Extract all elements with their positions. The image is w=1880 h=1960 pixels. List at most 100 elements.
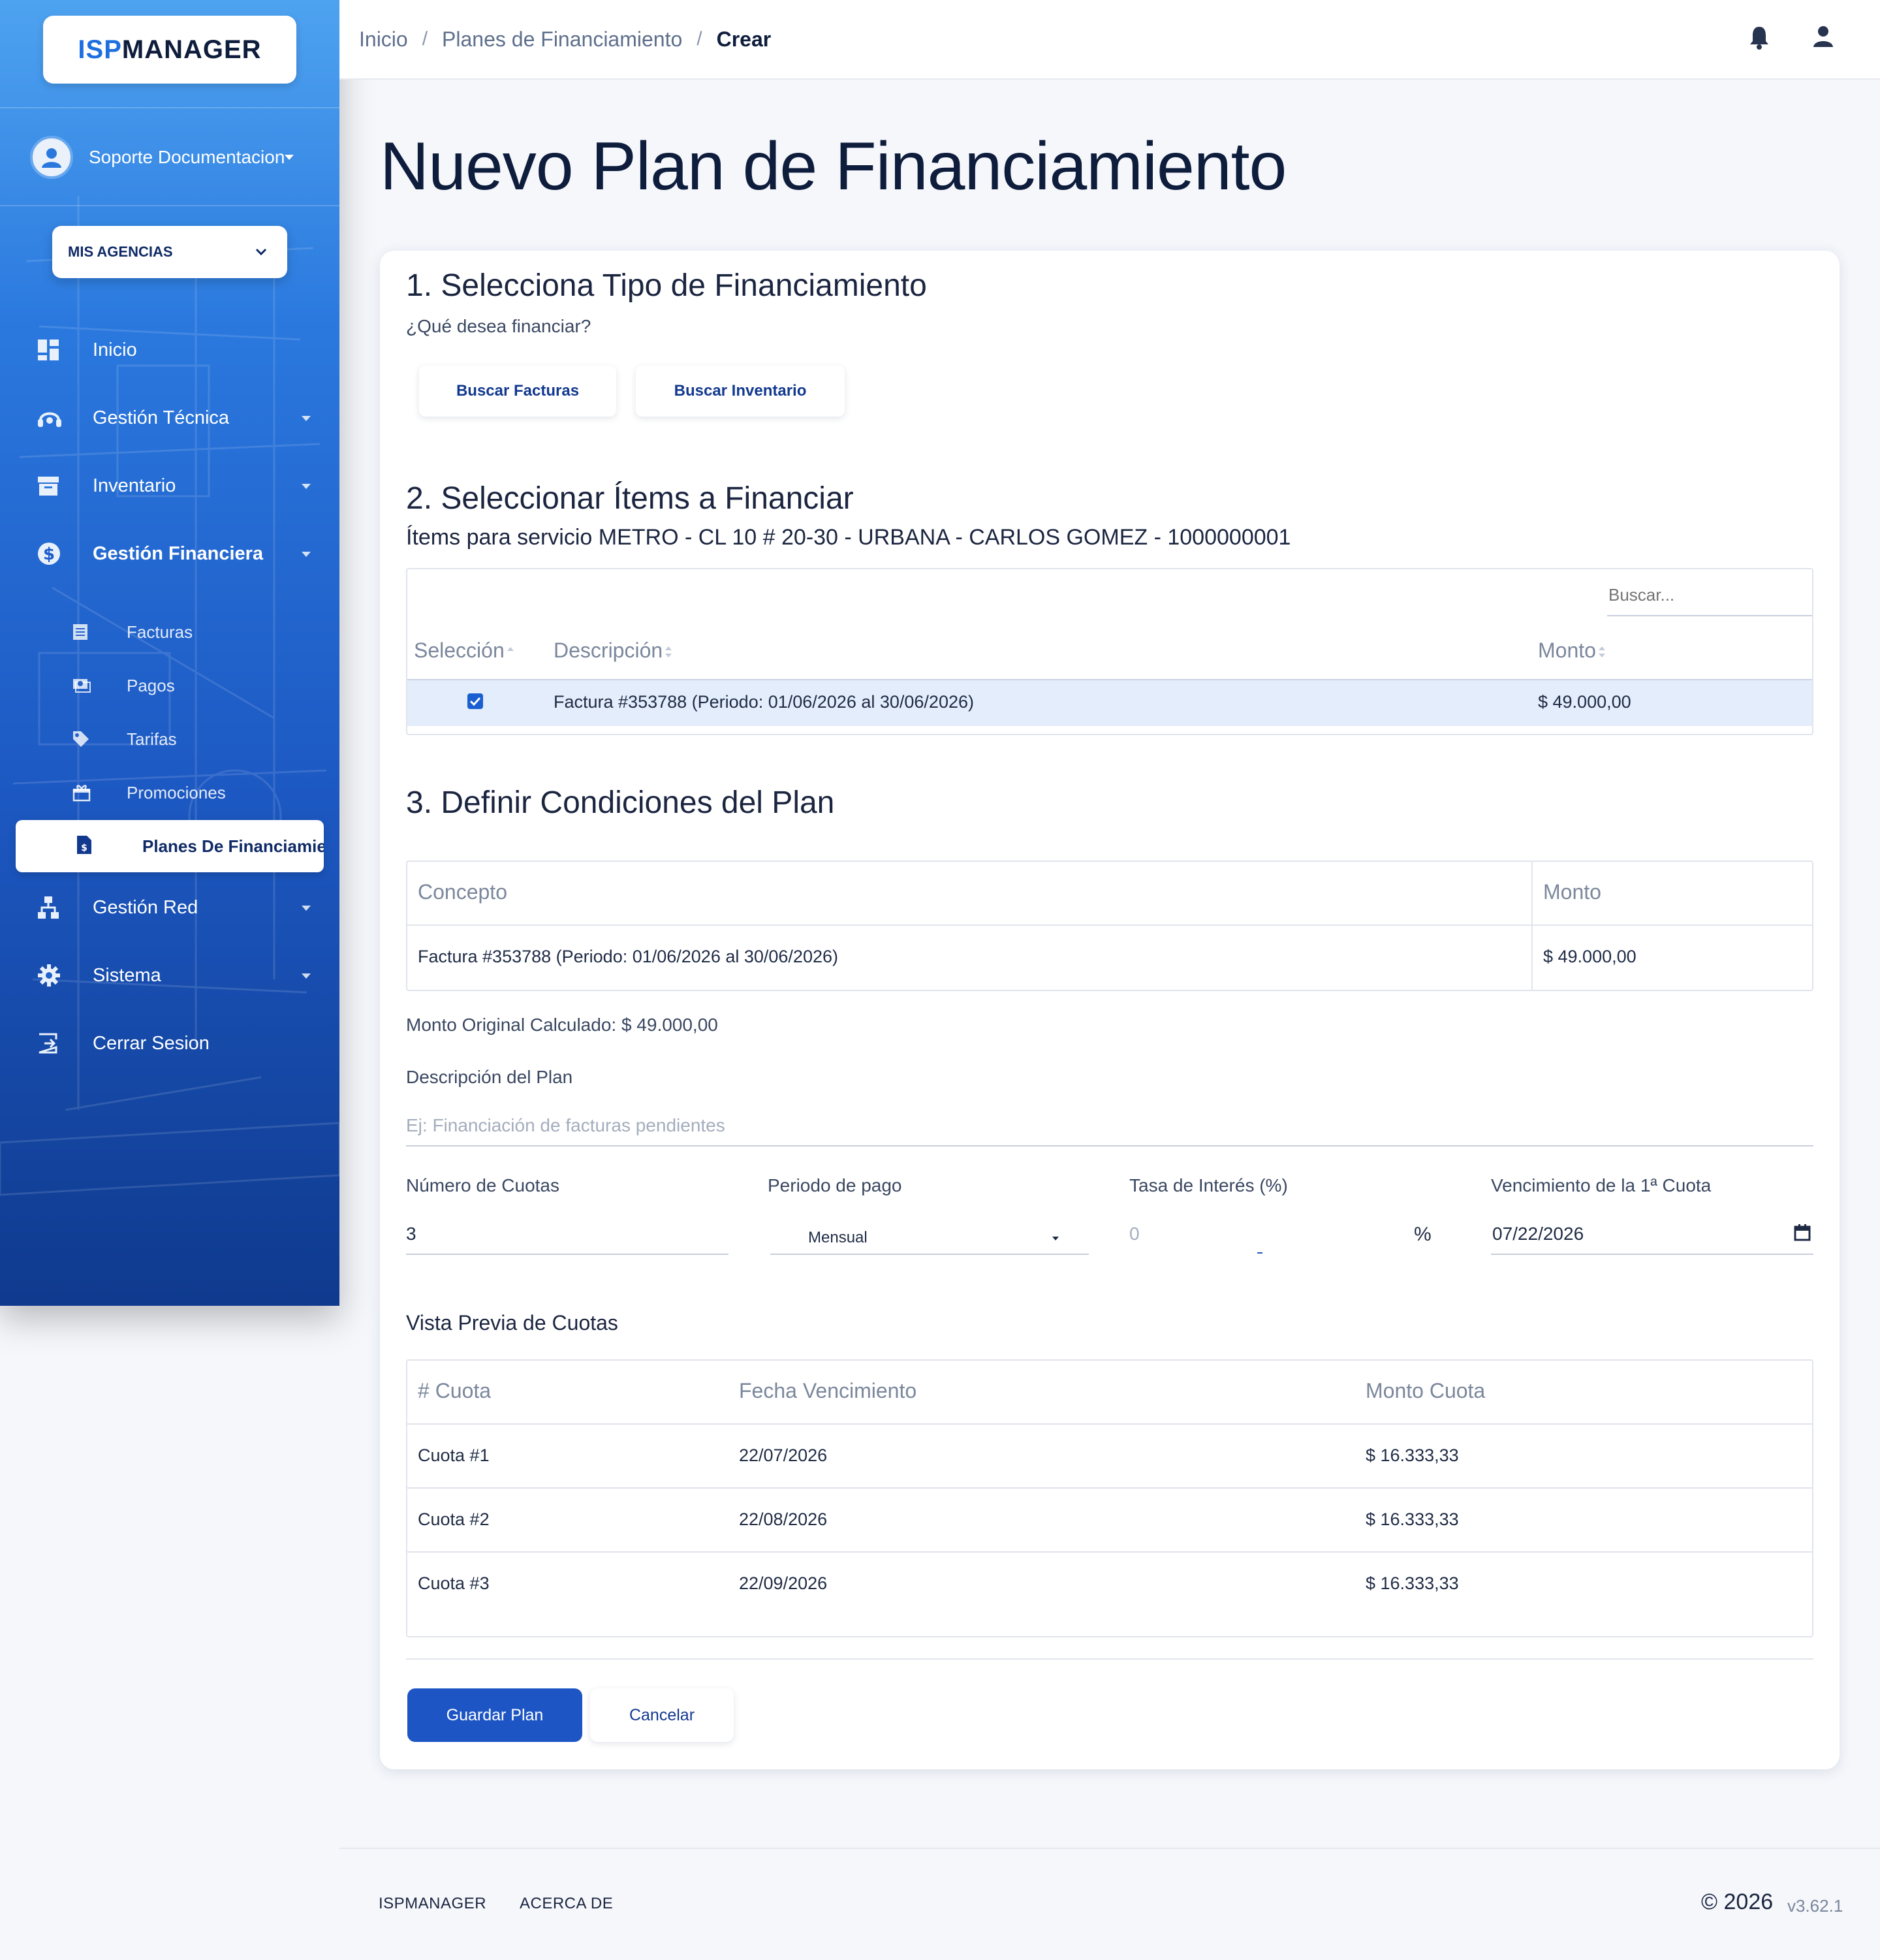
step1-subtitle: ¿Qué desea financiar? [406, 316, 591, 336]
calendar-icon[interactable] [1794, 1224, 1811, 1242]
guardar-plan-button[interactable]: Guardar Plan [407, 1688, 582, 1742]
headset-icon [38, 412, 61, 427]
chevron-down-icon [302, 484, 311, 489]
sidebar-divider [0, 205, 339, 206]
preview-title: Vista Previa de Cuotas [406, 1311, 618, 1335]
items-table: Selección Descripción Monto Factura #353… [406, 568, 1813, 735]
nav-gestion-tecnica[interactable]: Gestión Técnica [37, 398, 311, 437]
periodo-value: Mensual [808, 1229, 868, 1246]
column-header-monto: Monto [1543, 880, 1601, 904]
sort-icon [665, 646, 672, 657]
buscar-facturas-button[interactable]: Buscar Facturas [419, 366, 616, 417]
svg-text:$: $ [43, 545, 55, 564]
row-checkbox[interactable] [467, 693, 483, 709]
nav-sistema[interactable]: Sistema [37, 956, 311, 995]
logo-manager-text: MANAGER [121, 35, 262, 64]
table-row: Cuota #1 22/07/2026 $ 16.333,33 [407, 1425, 1812, 1487]
vencimiento-input[interactable]: 07/22/2026 [1492, 1224, 1584, 1244]
breadcrumb-current: Crear [716, 27, 772, 51]
nav-cerrar-sesion[interactable]: Cerrar Sesion [37, 1024, 311, 1063]
footer-copyright: © 2026 [1701, 1889, 1774, 1914]
sub-nav-planes-label: Planes De Financiamiento [142, 836, 324, 856]
avatar [30, 136, 73, 179]
chevron-down-icon [255, 248, 267, 256]
descripcion-input[interactable]: Ej: Financiación de facturas pendientes [406, 1115, 725, 1136]
buscar-inventario-button[interactable]: Buscar Inventario [636, 366, 845, 417]
sidebar: ISPMANAGER Soporte Documentacion MIS AGE… [0, 0, 339, 1306]
descripcion-label: Descripción del Plan [406, 1067, 573, 1087]
sub-nav-promociones-label: Promociones [127, 782, 226, 802]
sub-nav-pagos-label: Pagos [127, 675, 175, 695]
fecha-cell: 22/09/2026 [739, 1573, 828, 1593]
column-header-concepto: Concepto [418, 880, 507, 904]
vencimiento-label: Vencimiento de la 1ª Cuota [1491, 1175, 1712, 1195]
agencies-dropdown[interactable]: MIS AGENCIAS [52, 226, 287, 278]
periodo-select[interactable]: Mensual [770, 1224, 1089, 1255]
sub-nav-promociones[interactable]: Promociones [72, 774, 320, 811]
column-header-fecha: Fecha Vencimiento [739, 1379, 917, 1402]
breadcrumb-planes[interactable]: Planes de Financiamiento [442, 27, 682, 52]
column-header-descripcion[interactable]: Descripción [554, 639, 673, 663]
bell-icon[interactable] [1748, 25, 1770, 50]
periodo-label: Periodo de pago [768, 1175, 902, 1195]
column-header-monto-cuota: Monto Cuota [1366, 1379, 1486, 1402]
logo-isp-text: ISP [78, 35, 122, 64]
concepto-cell: Factura #353788 (Periodo: 01/06/2026 al … [418, 947, 838, 966]
nav-inventario[interactable]: Inventario [37, 466, 311, 505]
column-header-monto[interactable]: Monto [1538, 639, 1606, 663]
footer-link-brand[interactable]: ISPMANAGER [379, 1895, 486, 1913]
chevron-down-icon [302, 416, 311, 421]
chevron-down-icon [302, 906, 311, 911]
table-row: Cuota #3 22/09/2026 $ 16.333,33 [407, 1553, 1812, 1615]
fecha-cell: 22/07/2026 [739, 1446, 828, 1465]
sub-nav-tarifas[interactable]: Tarifas [72, 721, 320, 757]
monto-original: Monto Original Calculado: $ 49.000,00 [406, 1015, 718, 1035]
sidebar-divider [0, 107, 339, 108]
user-icon [42, 148, 61, 168]
table-row[interactable]: Factura #353788 (Periodo: 01/06/2026 al … [407, 680, 1812, 726]
tag-icon [73, 731, 89, 747]
nav-gestion-financiera-label: Gestión Financiera [93, 543, 264, 564]
footer-link-about[interactable]: ACERCA DE [520, 1895, 613, 1913]
network-icon [38, 896, 59, 919]
sort-icon [1598, 646, 1605, 657]
sub-nav-facturas-label: Facturas [127, 622, 193, 642]
footer-divider [339, 1848, 1880, 1849]
receipt-icon [73, 624, 87, 640]
column-header-cuota: # Cuota [418, 1379, 492, 1402]
breadcrumb-separator: / [697, 28, 702, 50]
user-icon[interactable] [1812, 25, 1834, 48]
check-icon [469, 697, 481, 706]
nav-gestion-red[interactable]: Gestión Red [37, 888, 311, 927]
table-row: Cuota #2 22/08/2026 $ 16.333,33 [407, 1489, 1812, 1551]
step3-title: 3. Definir Condiciones del Plan [406, 785, 835, 820]
cuota-cell: Cuota #3 [418, 1573, 490, 1593]
tasa-input[interactable]: 0 [1129, 1224, 1140, 1244]
breadcrumb-inicio[interactable]: Inicio [359, 27, 408, 52]
nav-cerrar-sesion-label: Cerrar Sesion [93, 1032, 210, 1054]
nav-inicio-label: Inicio [93, 339, 137, 360]
app-logo[interactable]: ISPMANAGER [43, 16, 296, 84]
breadcrumb-separator: / [422, 28, 428, 50]
breadcrumb: Inicio / Planes de Financiamiento / Crea… [359, 27, 771, 52]
cuotas-input[interactable]: 3 [406, 1224, 416, 1244]
nav-inicio[interactable]: Inicio [37, 330, 311, 370]
document-dollar-icon: $ [77, 836, 91, 854]
nav-gestion-red-label: Gestión Red [93, 896, 198, 918]
search-input[interactable] [1607, 575, 1812, 616]
cuota-cell: Cuota #2 [418, 1510, 490, 1529]
tasa-label: Tasa de Interés (%) [1129, 1175, 1288, 1195]
user-menu[interactable]: Soporte Documentacion [30, 134, 317, 180]
sub-nav-pagos[interactable]: Pagos [72, 667, 320, 704]
column-header-seleccion[interactable]: Selección [414, 639, 515, 663]
sort-icon [507, 646, 514, 651]
cuotas-label: Número de Cuotas [406, 1175, 560, 1195]
sub-nav-facturas[interactable]: Facturas [72, 614, 320, 650]
sub-nav-planes-financiamiento[interactable]: $ Planes De Financiamiento [16, 820, 324, 872]
agencies-label: MIS AGENCIAS [68, 244, 173, 260]
chevron-up-icon [302, 552, 311, 557]
nav-gestion-financiera[interactable]: $ Gestión Financiera [37, 534, 311, 573]
dollar-icon: $ [38, 543, 60, 565]
step1-title: 1. Selecciona Tipo de Financiamiento [406, 268, 927, 303]
cancelar-button[interactable]: Cancelar [590, 1688, 734, 1742]
